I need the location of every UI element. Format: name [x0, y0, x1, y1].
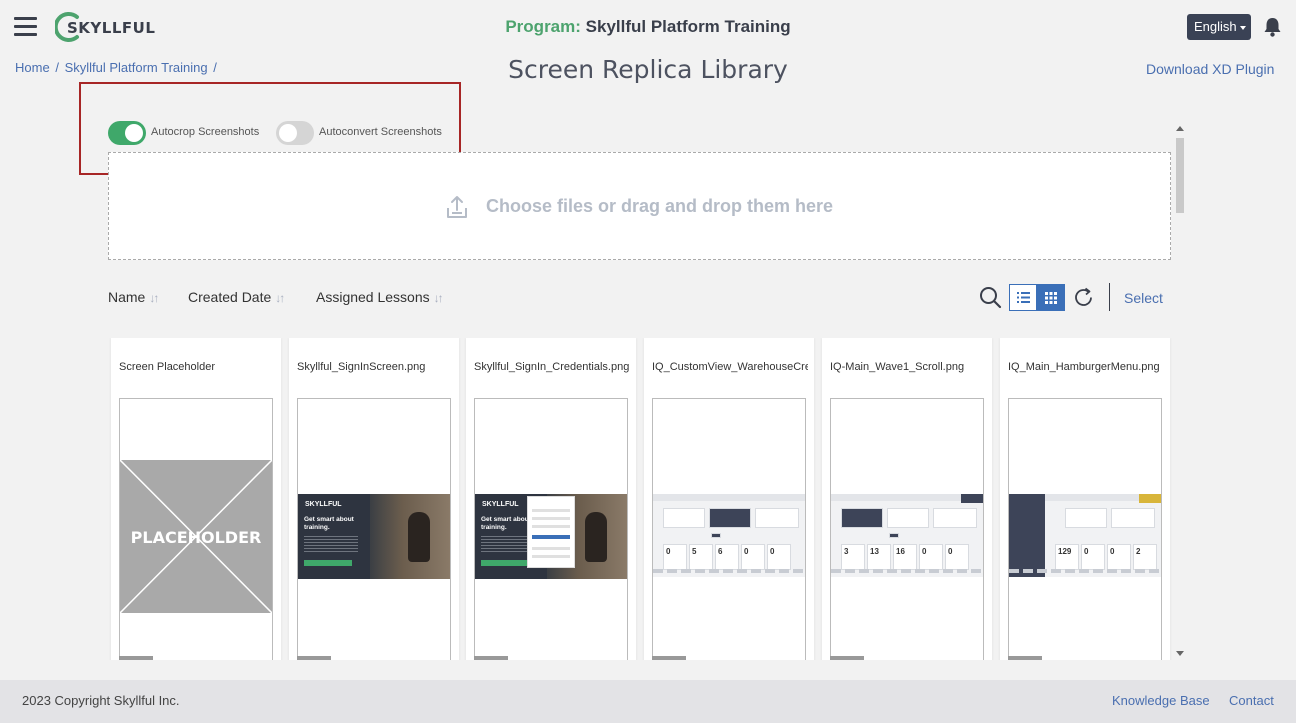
- screen-card[interactable]: IQ-Main_Wave1_Scroll.png 3 13 16 0 0: [822, 338, 992, 660]
- scroll-up-arrow-icon[interactable]: [1176, 126, 1184, 131]
- card-badge: [830, 656, 864, 660]
- dashboard-screenshot: 129 0 0 2: [1009, 494, 1161, 577]
- grid-icon: [1045, 292, 1057, 304]
- contact-link[interactable]: Contact: [1229, 693, 1274, 708]
- card-title: Screen Placeholder: [119, 361, 216, 373]
- language-dropdown[interactable]: English: [1187, 14, 1251, 40]
- screen-card[interactable]: IQ_CustomView_WarehouseCrew.png 0 5 6 0 …: [644, 338, 814, 660]
- dashboard-screenshot: 3 13 16 0 0: [831, 494, 983, 577]
- card-badge: [474, 656, 508, 660]
- placeholder-text: PLACEHOLDER: [130, 528, 262, 547]
- stat-number: 0: [666, 547, 671, 556]
- placeholder-image: PLACEHOLDER: [120, 460, 272, 613]
- dropzone-text: Choose files or drag and drop them here: [485, 195, 834, 216]
- grid-view-button[interactable]: [1037, 284, 1065, 311]
- screen-grid: Screen Placeholder PLACEHOLDER Skyllful_…: [108, 338, 1172, 660]
- card-title: Skyllful_SignInScreen.png: [297, 361, 426, 373]
- stat-number: 0: [744, 547, 749, 556]
- hero-headline: Get smart about training.: [304, 516, 354, 531]
- autoconvert-toggle[interactable]: [276, 121, 314, 145]
- screen-card[interactable]: Screen Placeholder PLACEHOLDER: [111, 338, 281, 660]
- dashboard-screenshot: 0 5 6 0 0: [653, 494, 805, 577]
- card-badge: [1008, 656, 1042, 660]
- sort-created-label: Created Date: [188, 289, 272, 305]
- hero-logo: SKYLLFUL: [482, 501, 519, 508]
- stat-number: 13: [870, 547, 879, 556]
- autoconvert-label: Autoconvert Screenshots: [319, 126, 442, 138]
- toolbar-divider: [1109, 283, 1110, 311]
- hero-logo: SKYLLFUL: [305, 501, 342, 508]
- card-title: IQ-Main_Wave1_Scroll.png: [830, 361, 965, 373]
- card-title: IQ_CustomView_WarehouseCrew.png: [652, 361, 808, 373]
- search-icon[interactable]: [979, 286, 1002, 314]
- copyright-text: 2023 Copyright Skyllful Inc.: [22, 693, 180, 708]
- sort-icon: ↓↑: [433, 291, 444, 305]
- sort-name-label: Name: [108, 289, 146, 305]
- list-view-button[interactable]: [1009, 284, 1037, 311]
- card-badge: [119, 656, 153, 660]
- refresh-icon[interactable]: [1072, 286, 1095, 314]
- stat-number: 2: [1136, 547, 1141, 556]
- bell-icon[interactable]: [1263, 17, 1282, 37]
- caret-down-icon: [1239, 25, 1246, 30]
- knowledge-base-link[interactable]: Knowledge Base: [1112, 693, 1210, 708]
- card-thumbnail: SKYLLFUL Get smart about training.: [474, 398, 628, 660]
- sort-icon: ↓↑: [275, 291, 285, 305]
- list-icon: [1017, 292, 1030, 303]
- card-thumbnail: 129 0 0 2: [1008, 398, 1162, 660]
- program-name: Skyllful Platform Training: [585, 17, 791, 36]
- signin-screenshot: SKYLLFUL Get smart about training.: [298, 494, 450, 579]
- file-dropzone[interactable]: Choose files or drag and drop them here: [108, 152, 1171, 260]
- stat-number: 5: [692, 547, 697, 556]
- stat-number: 0: [948, 547, 953, 556]
- autocrop-label: Autocrop Screenshots: [151, 126, 260, 138]
- sort-by-created-date[interactable]: Created Date ↓↑: [188, 289, 285, 305]
- program-title: Program: Skyllful Platform Training: [0, 17, 1296, 37]
- screen-card[interactable]: IQ_Main_HamburgerMenu.png 129 0 0 2: [1000, 338, 1170, 660]
- card-badge: [297, 656, 331, 660]
- card-title: Skyllful_SignIn_Credentials.png: [474, 361, 630, 373]
- stat-number: 0: [1110, 547, 1115, 556]
- stat-number: 0: [1084, 547, 1089, 556]
- card-thumbnail: PLACEHOLDER: [119, 398, 273, 660]
- card-thumbnail: 3 13 16 0 0: [830, 398, 984, 660]
- stat-number: 0: [922, 547, 927, 556]
- signin-credentials-screenshot: SKYLLFUL Get smart about training.: [475, 494, 627, 579]
- download-xd-plugin-link[interactable]: Download XD Plugin: [1146, 61, 1274, 77]
- stat-number: 3: [844, 547, 849, 556]
- scrollbar-thumb[interactable]: [1176, 138, 1184, 213]
- select-button[interactable]: Select: [1124, 290, 1163, 306]
- stat-number: 129: [1058, 547, 1072, 556]
- footer: 2023 Copyright Skyllful Inc. Knowledge B…: [0, 680, 1296, 723]
- sort-icon: ↓↑: [149, 291, 159, 305]
- program-label: Program:: [505, 17, 581, 36]
- scroll-down-arrow-icon[interactable]: [1176, 651, 1184, 656]
- card-thumbnail: SKYLLFUL Get smart about training.: [297, 398, 451, 660]
- sort-assigned-label: Assigned Lessons: [316, 289, 430, 305]
- header: SKYLLFUL Program: Skyllful Platform Trai…: [0, 0, 1296, 56]
- screen-card[interactable]: Skyllful_SignInScreen.png SKYLLFUL Get s…: [289, 338, 459, 660]
- page-title: Screen Replica Library: [508, 55, 788, 84]
- upload-icon: [446, 196, 467, 218]
- sort-by-assigned-lessons[interactable]: Assigned Lessons ↓↑: [316, 289, 444, 305]
- scrollbar[interactable]: [1174, 123, 1186, 659]
- stat-number: 0: [770, 547, 775, 556]
- sort-by-name[interactable]: Name ↓↑: [108, 289, 159, 305]
- card-thumbnail: 0 5 6 0 0: [652, 398, 806, 660]
- card-badge: [652, 656, 686, 660]
- screen-card[interactable]: Skyllful_SignIn_Credentials.png SKYLLFUL…: [466, 338, 636, 660]
- hamburger-menu-panel: [1009, 494, 1045, 577]
- language-label: English: [1194, 19, 1237, 34]
- card-title: IQ_Main_HamburgerMenu.png: [1008, 361, 1160, 373]
- stat-number: 6: [718, 547, 723, 556]
- autocrop-toggle[interactable]: [108, 121, 146, 145]
- stat-number: 16: [896, 547, 905, 556]
